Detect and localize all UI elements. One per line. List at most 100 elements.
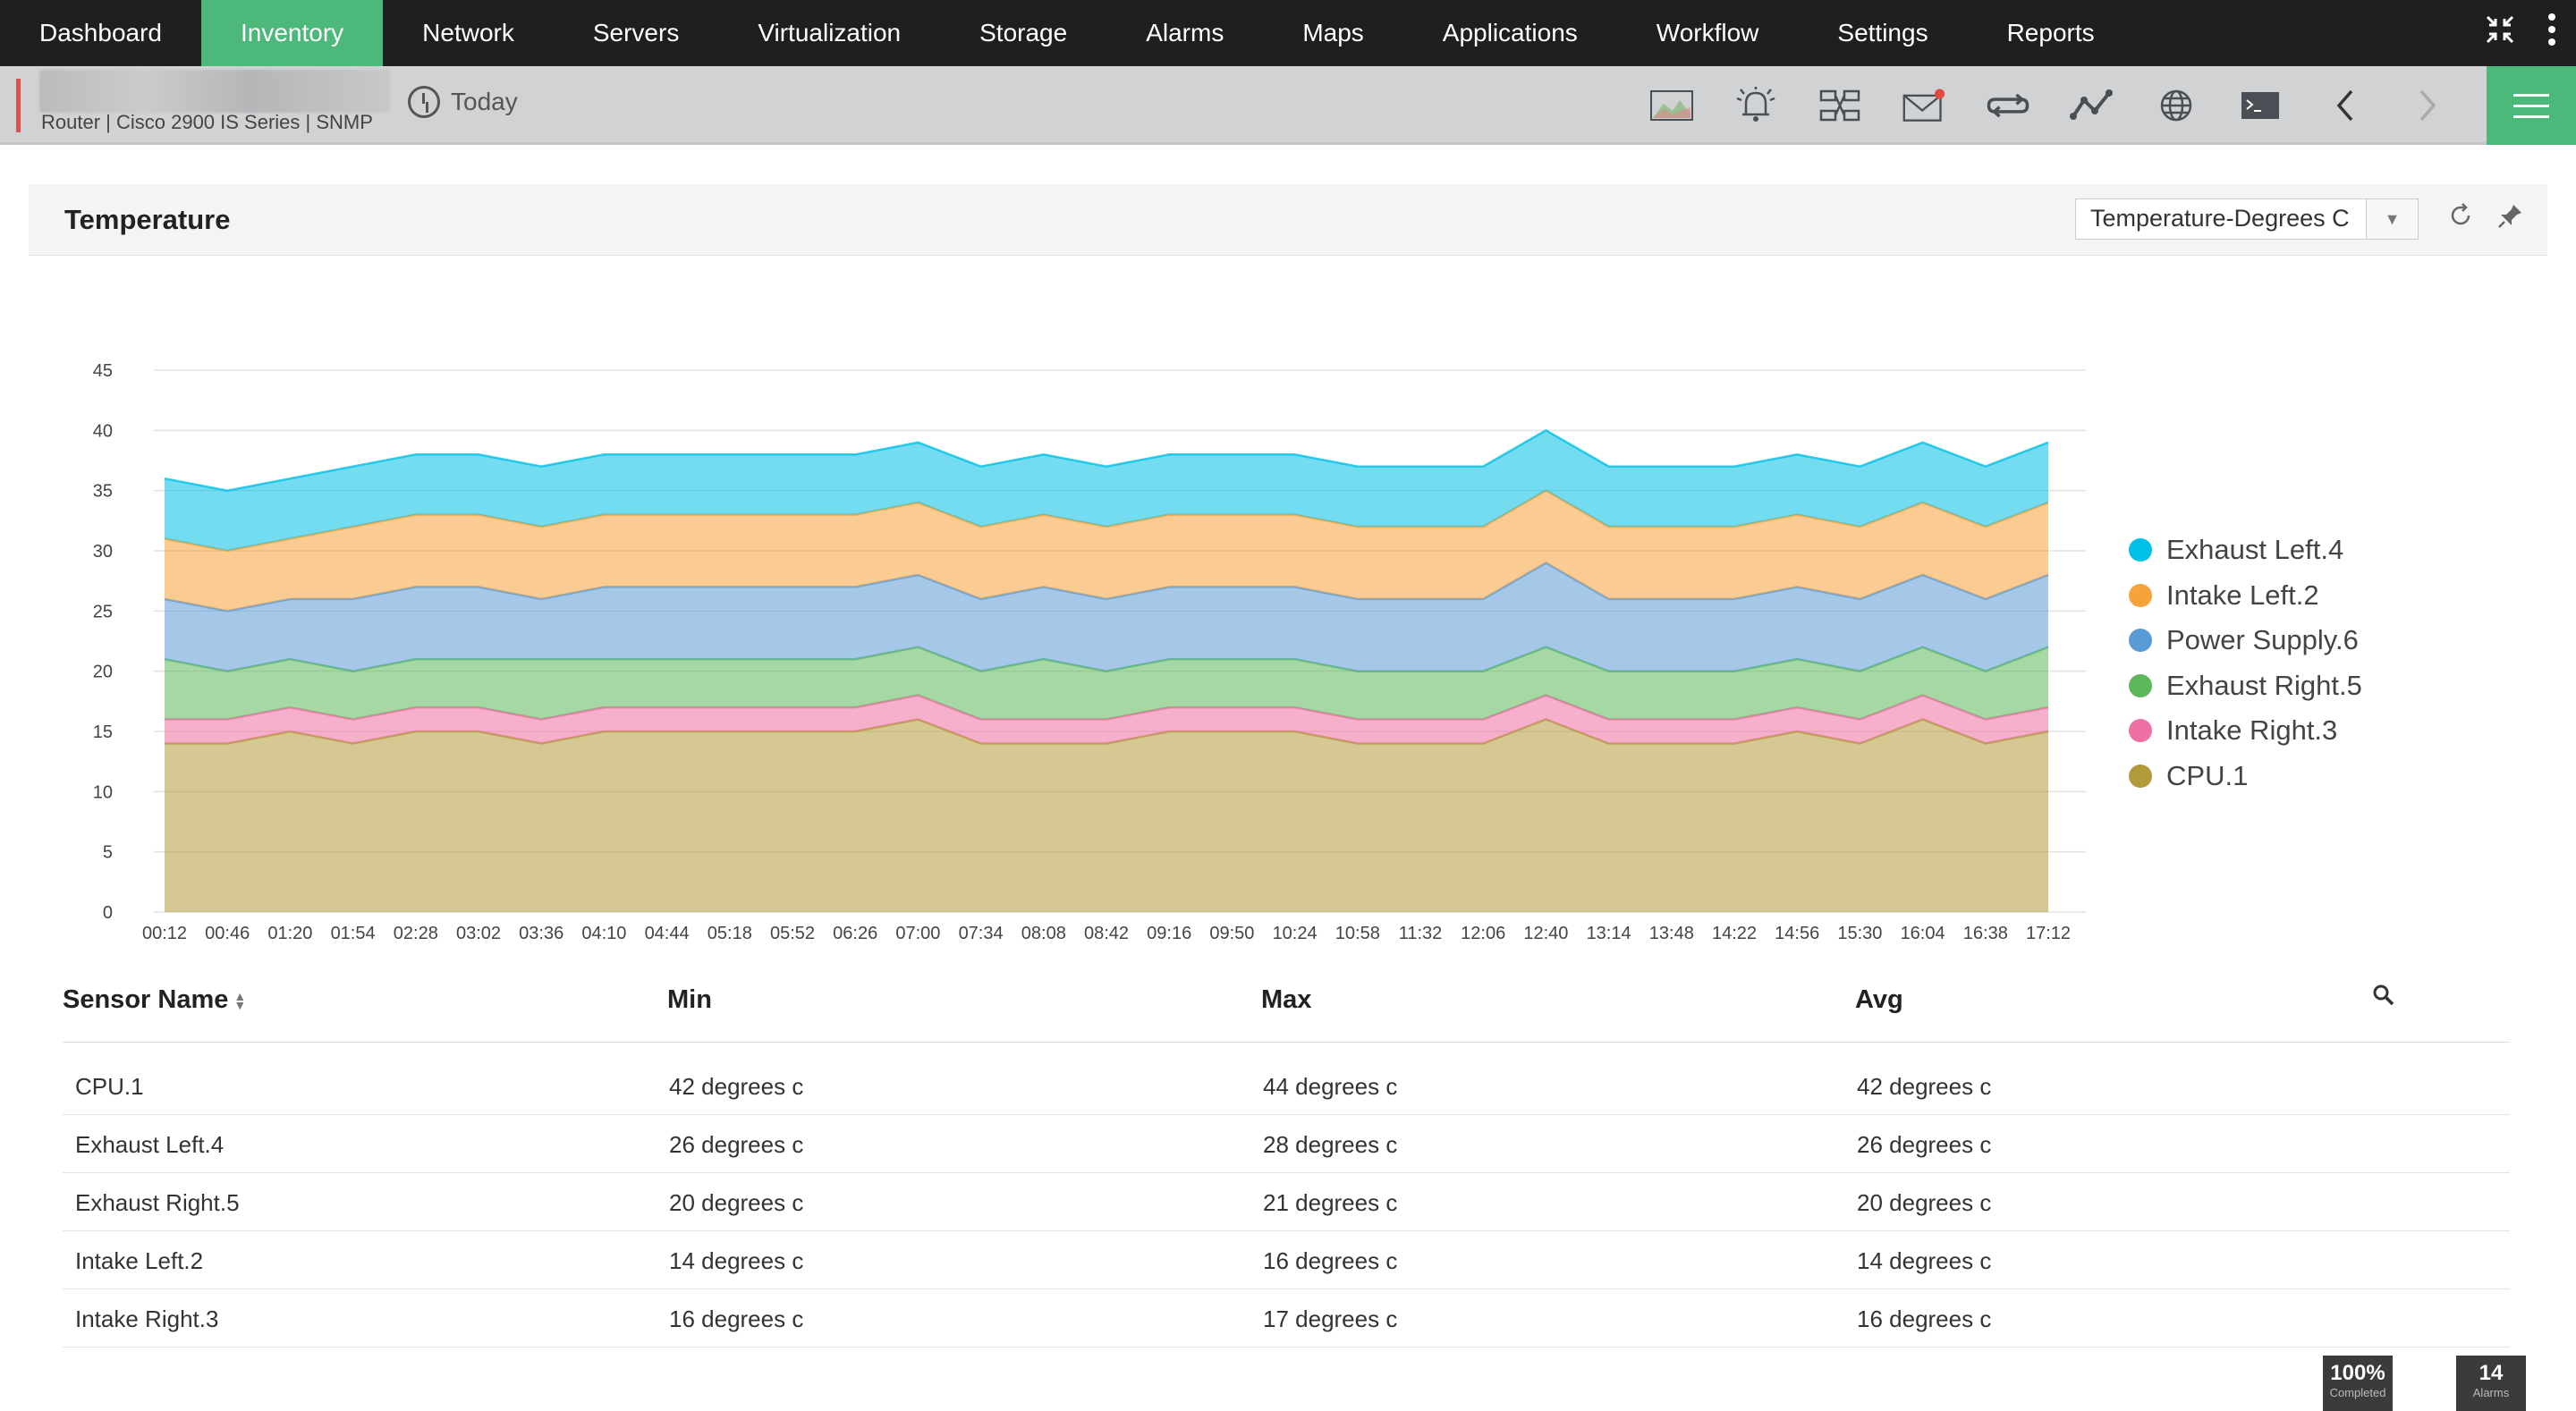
x-tick-label: 07:00 (895, 924, 940, 943)
x-tick-label: 03:02 (456, 924, 501, 943)
globe-icon[interactable] (2154, 86, 2199, 125)
legend-item-intake-right[interactable]: Intake Right.3 (2129, 708, 2362, 754)
table-row[interactable]: CPU.1 42 degrees c 44 degrees c 42 degre… (63, 1057, 2510, 1115)
series-area-intake-right-3[interactable] (165, 695, 2048, 744)
refresh-loop-icon[interactable] (1986, 86, 2030, 125)
nav-applications[interactable]: Applications (1403, 0, 1617, 66)
alarm-bell-icon[interactable] (1733, 86, 1778, 125)
x-tick-label: 00:12 (142, 924, 187, 943)
nav-storage[interactable]: Storage (940, 0, 1106, 66)
sort-icon[interactable]: ▲ ▼ (233, 990, 246, 1011)
hamburger-menu-button[interactable] (2487, 66, 2576, 145)
graph-trend-icon[interactable] (2070, 86, 2114, 125)
x-tick-label: 01:54 (331, 924, 376, 943)
panel-header: Temperature Temperature-Degrees C ▼ (29, 184, 2547, 256)
cell-min: 16 degrees c (669, 1305, 804, 1332)
x-tick-label: 12:06 (1461, 924, 1505, 943)
cell-max: 44 degrees c (1263, 1073, 1398, 1100)
y-tick-label: 35 (93, 482, 113, 502)
nav-alarms[interactable]: Alarms (1106, 0, 1263, 66)
legend-label: CPU.1 (2166, 759, 2249, 791)
column-header-label: Sensor Name (63, 985, 229, 1014)
x-tick-label: 05:18 (708, 924, 752, 943)
x-tick-label: 10:24 (1273, 924, 1318, 943)
cell-max: 17 degrees c (1263, 1305, 1398, 1332)
series-area-intake-right-3-line (165, 694, 2049, 721)
x-tick-label: 13:14 (1587, 924, 1631, 943)
refresh-icon[interactable] (2447, 202, 2474, 236)
x-tick-label: 12:40 (1523, 924, 1568, 943)
series-area-exhaust-right-5[interactable] (165, 646, 2048, 720)
table-row[interactable]: Exhaust Left.4 26 degrees c 28 degrees c… (63, 1115, 2510, 1173)
nav-maps[interactable]: Maps (1263, 0, 1402, 66)
column-header-min: Min (667, 985, 712, 1014)
nav-right-tools (2485, 0, 2576, 66)
cell-min: 14 degrees c (669, 1247, 804, 1274)
mail-notification-icon[interactable] (1902, 86, 1946, 125)
cell-sensor-name: Intake Left.2 (75, 1247, 204, 1274)
series-area-exhaust-left-4-line (164, 428, 2049, 492)
x-tick-label: 09:16 (1147, 924, 1191, 943)
series-area-intake-left-2[interactable] (165, 490, 2048, 612)
legend-label: Intake Right.3 (2166, 714, 2338, 747)
series-area-cpu-1[interactable] (165, 719, 2048, 913)
y-tick-label: 20 (93, 663, 113, 682)
column-header-sensor-name[interactable]: Sensor Name ▲ ▼ (63, 985, 246, 1015)
cell-min: 42 degrees c (669, 1073, 804, 1100)
nav-settings[interactable]: Settings (1798, 0, 1967, 66)
cell-min: 26 degrees c (669, 1131, 804, 1158)
x-tick-label: 16:38 (1963, 924, 2008, 943)
progress-badge[interactable]: 100% Completed (2323, 1356, 2393, 1411)
legend-item-exhaust-right[interactable]: Exhaust Right.5 (2129, 663, 2362, 709)
cell-sensor-name: Intake Right.3 (75, 1305, 219, 1332)
nav-workflow[interactable]: Workflow (1617, 0, 1799, 66)
chart-image-icon[interactable] (1649, 86, 1694, 125)
table-row[interactable]: Intake Right.3 16 degrees c 17 degrees c… (63, 1289, 2510, 1348)
series-area-power-supply-6[interactable] (165, 562, 2048, 672)
cell-avg: 42 degrees c (1857, 1073, 1992, 1100)
more-vertical-icon[interactable] (2546, 12, 2558, 55)
x-tick-label: 00:46 (205, 924, 250, 943)
legend-item-cpu[interactable]: CPU.1 (2129, 754, 2362, 799)
cell-sensor-name: CPU.1 (75, 1073, 144, 1100)
collapse-icon[interactable] (2485, 14, 2515, 53)
legend-dot (2129, 673, 2152, 697)
cell-avg: 14 degrees c (1857, 1247, 1992, 1274)
x-tick-label: 15:30 (1837, 924, 1882, 943)
metric-select[interactable]: Temperature-Degrees C ▼ (2075, 199, 2419, 240)
legend-label: Power Supply.6 (2166, 624, 2359, 656)
nav-servers[interactable]: Servers (554, 0, 718, 66)
nav-dashboard[interactable]: Dashboard (0, 0, 201, 66)
nav-reports[interactable]: Reports (1968, 0, 2134, 66)
series-area-exhaust-left-4[interactable] (165, 430, 2048, 551)
y-tick-label: 5 (103, 843, 113, 863)
chevron-left-icon[interactable] (2322, 86, 2367, 125)
cell-max: 16 degrees c (1263, 1247, 1398, 1274)
x-tick-label: 17:12 (2026, 924, 2071, 943)
nav-virtualization[interactable]: Virtualization (718, 0, 940, 66)
table-row[interactable]: Exhaust Right.5 20 degrees c 21 degrees … (63, 1173, 2510, 1231)
search-icon[interactable] (2372, 984, 2395, 1013)
table-row[interactable]: Intake Left.2 14 degrees c 16 degrees c … (63, 1231, 2510, 1289)
legend-item-power-supply[interactable]: Power Supply.6 (2129, 618, 2362, 663)
network-switch-icon[interactable] (1818, 86, 1862, 125)
x-tick-label: 09:50 (1209, 924, 1254, 943)
time-period-selector[interactable]: Today (408, 86, 518, 118)
time-period-label: Today (451, 88, 518, 115)
cell-sensor-name: Exhaust Left.4 (75, 1131, 225, 1158)
legend-item-exhaust-left[interactable]: Exhaust Left.4 (2129, 528, 2362, 573)
terminal-icon[interactable] (2238, 86, 2283, 125)
cell-max: 21 degrees c (1263, 1189, 1398, 1216)
x-tick-label: 14:22 (1712, 924, 1757, 943)
progress-value: 100% (2330, 1361, 2385, 1385)
x-tick-label: 06:26 (833, 924, 877, 943)
nav-inventory[interactable]: Inventory (200, 0, 384, 66)
nav-network[interactable]: Network (383, 0, 554, 66)
legend-item-intake-left[interactable]: Intake Left.2 (2129, 573, 2362, 619)
alarms-badge[interactable]: 14 Alarms (2456, 1356, 2526, 1411)
chevron-right-icon[interactable] (2406, 86, 2451, 125)
device-info: Router | Cisco 2900 IS Series | SNMP (41, 111, 373, 133)
x-tick-label: 07:34 (959, 924, 1004, 943)
pin-icon[interactable] (2497, 202, 2524, 236)
legend-dot (2129, 583, 2152, 607)
